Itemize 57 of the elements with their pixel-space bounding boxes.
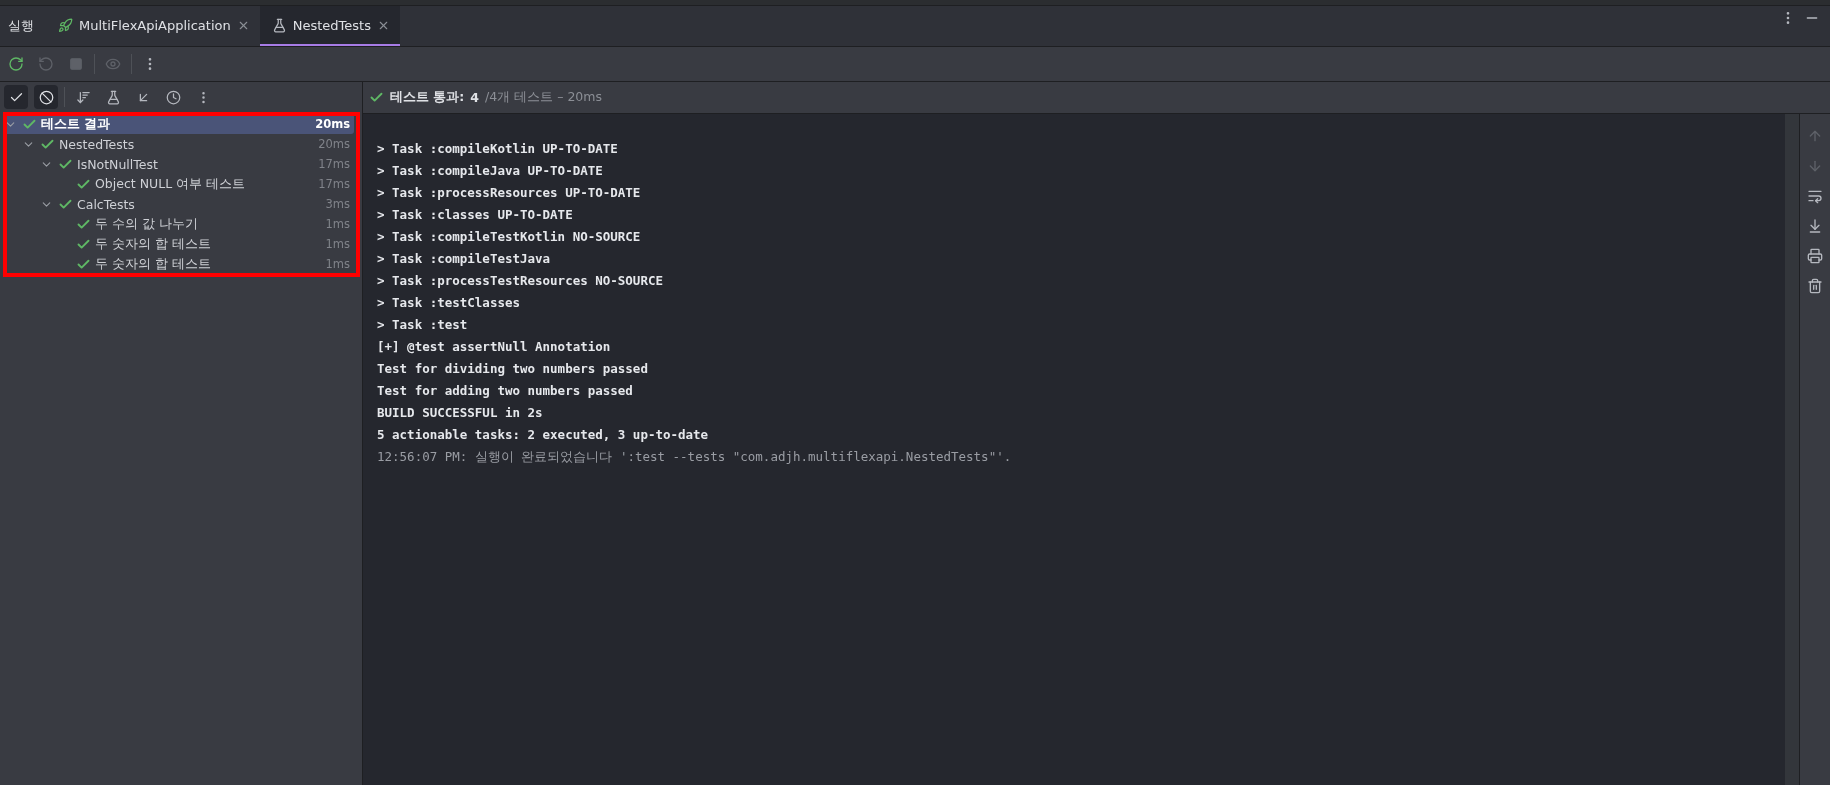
status-label: 테스트 통과: (390, 89, 465, 106)
flask-icon (271, 17, 287, 33)
clock-icon[interactable] (165, 89, 181, 105)
test-duration: 17ms (318, 177, 350, 191)
console-line: Test for adding two numbers passed (377, 382, 634, 400)
tree-row[interactable]: NestedTests 20ms (4, 134, 354, 154)
flask-icon[interactable] (105, 89, 121, 105)
tool-window-title: 실행 (7, 17, 35, 35)
test-duration: 1ms (325, 257, 350, 271)
test-duration: 1ms (325, 237, 350, 251)
test-name: NestedTests (59, 136, 136, 152)
test-name: 테스트 결과 (41, 115, 112, 133)
passed-count: 4 (470, 90, 480, 105)
test-name: 두 숫자의 합 테스트 (95, 255, 212, 273)
test-name: Object NULL 여부 테스트 (95, 175, 247, 193)
test-duration: 17ms (318, 157, 350, 171)
tree-row[interactable]: 두 숫자의 합 테스트 1ms (4, 234, 354, 254)
scrollbar[interactable] (1785, 114, 1799, 785)
console-line: BUILD SUCCESSFUL in 2s (377, 404, 544, 422)
rocket-icon (58, 17, 73, 33)
console-line: 12:56:07 PM: 실행이 완료되었습니다 ':test --tests "com.adjh.multiflexapi.NestedTests"'. (377, 448, 1013, 466)
test-name: IsNotNullTest (77, 156, 159, 172)
console-line: > Task :compileKotlin UP-TO-DATE (377, 140, 619, 158)
console-line: > Task :compileTestKotlin NO-SOURCE (377, 228, 642, 246)
console-line: > Task :compileTestJava (377, 250, 552, 268)
console-line: [+] @test assertNull Annotation (377, 338, 612, 356)
rerun-icon[interactable] (8, 56, 24, 72)
status-detail: /4개 테스트 – 20ms (485, 89, 602, 106)
test-duration: 20ms (318, 137, 350, 151)
check-icon (369, 90, 384, 105)
test-duration: 3ms (325, 197, 350, 211)
console-line: 5 actionable tasks: 2 executed, 3 up-to-date (377, 426, 710, 444)
test-duration: 1ms (325, 217, 350, 231)
print-icon[interactable] (1807, 248, 1823, 264)
run-tab[interactable]: MultiFlexApiApplication (46, 6, 260, 46)
tree-row[interactable]: 두 수의 값 나누기 1ms (4, 214, 354, 234)
sort-icon[interactable] (75, 89, 91, 105)
ban-icon[interactable] (38, 89, 54, 105)
scroll-end-icon[interactable] (1807, 218, 1823, 234)
test-name: 두 숫자의 합 테스트 (95, 235, 212, 253)
console-line: > Task :compileJava UP-TO-DATE (377, 162, 604, 180)
console-line: > Task :testClasses (377, 294, 521, 312)
console-line: Test for dividing two numbers passed (377, 360, 649, 378)
trash-icon[interactable] (1807, 278, 1823, 294)
tree-row[interactable]: Object NULL 여부 테스트 17ms (4, 174, 354, 194)
console-line: > Task :classes UP-TO-DATE (377, 206, 574, 224)
tree-row[interactable]: IsNotNullTest 17ms (4, 154, 354, 174)
test-name: 두 수의 값 나누기 (95, 215, 199, 233)
console-line: > Task :processTestResources NO-SOURCE (377, 272, 664, 290)
test-name: CalcTests (77, 196, 136, 212)
run-tab[interactable]: NestedTests (259, 6, 400, 46)
test-duration: 20ms (315, 117, 350, 131)
tree-row[interactable]: 두 숫자의 합 테스트 1ms (4, 254, 354, 274)
console-line: > Task :test (377, 316, 469, 334)
wrap-icon[interactable] (1807, 188, 1823, 204)
tree-row[interactable]: CalcTests 3ms (4, 194, 354, 214)
console-line: > Task :processResources UP-TO-DATE (377, 184, 642, 202)
